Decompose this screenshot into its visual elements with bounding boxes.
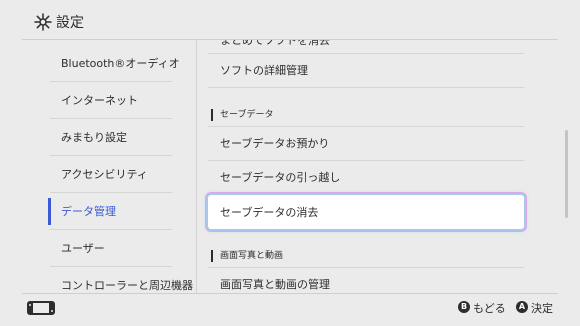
list-item-manage-screenshots[interactable]: 画面写真と動画の管理 bbox=[208, 267, 524, 293]
sidebar-item-bluetooth-audio[interactable]: Bluetooth®オーディオ bbox=[50, 45, 180, 81]
list-item-label: 画面写真と動画の管理 bbox=[220, 278, 330, 291]
page-title: 設定 bbox=[56, 15, 84, 31]
list-item-save-data-cloud[interactable]: セーブデータお預かり bbox=[208, 126, 524, 160]
ok-label: 決定 bbox=[531, 302, 553, 315]
list-item-software-detail[interactable]: ソフトの詳細管理 bbox=[208, 53, 524, 87]
list-item-delete-save-data[interactable]: セーブデータの消去 bbox=[208, 195, 524, 229]
list-item-save-data-transfer[interactable]: セーブデータの引っ越し bbox=[208, 160, 524, 194]
sidebar: Bluetooth®オーディオ インターネット みまもり設定 アクセシビリティ … bbox=[0, 40, 196, 293]
list-item-label: セーブデータの消去 bbox=[220, 206, 319, 219]
scrollbar[interactable] bbox=[565, 130, 568, 218]
sidebar-item-data-management[interactable]: データ管理 bbox=[50, 193, 172, 229]
sidebar-item-label: アクセシビリティ bbox=[61, 168, 148, 181]
footer-divider bbox=[22, 293, 558, 294]
sidebar-item-controllers[interactable]: コントローラーと周辺機器 bbox=[50, 267, 193, 293]
list-item-label: セーブデータの引っ越し bbox=[220, 171, 341, 184]
console-icon bbox=[27, 301, 55, 315]
b-button-icon: B bbox=[458, 301, 470, 313]
sidebar-item-label: データ管理 bbox=[61, 205, 116, 218]
sidebar-item-label: Bluetooth®オーディオ bbox=[61, 57, 180, 70]
list-item-label: セーブデータお預かり bbox=[220, 137, 330, 150]
sidebar-item-label: ユーザー bbox=[61, 242, 105, 255]
section-header-label: 画面写真と動画 bbox=[220, 251, 284, 261]
section-marker bbox=[211, 109, 213, 121]
header: 設定 bbox=[0, 0, 580, 40]
sidebar-item-accessibility[interactable]: アクセシビリティ bbox=[50, 156, 172, 192]
a-button-icon: A bbox=[516, 301, 528, 313]
section-marker bbox=[211, 250, 213, 262]
sidebar-item-label: みまもり設定 bbox=[61, 131, 127, 144]
sidebar-item-label: コントローラーと周辺機器 bbox=[61, 279, 193, 292]
back-label: もどる bbox=[473, 302, 506, 315]
list-divider bbox=[208, 87, 524, 88]
sidebar-item-parental-controls[interactable]: みまもり設定 bbox=[50, 119, 172, 155]
sidebar-active-indicator bbox=[48, 198, 51, 225]
content-list[interactable]: まとめてソフトを消去 ソフトの詳細管理 セーブデータ セーブデータお預かり セー… bbox=[197, 40, 580, 293]
list-item-label: ソフトの詳細管理 bbox=[220, 64, 308, 77]
section-header-label: セーブデータ bbox=[220, 110, 274, 120]
list-item-label: まとめてソフトを消去 bbox=[220, 40, 330, 47]
gear-icon bbox=[34, 13, 52, 31]
sidebar-item-users[interactable]: ユーザー bbox=[50, 230, 172, 266]
sidebar-item-label: インターネット bbox=[61, 94, 138, 107]
sidebar-item-internet[interactable]: インターネット bbox=[50, 82, 172, 118]
